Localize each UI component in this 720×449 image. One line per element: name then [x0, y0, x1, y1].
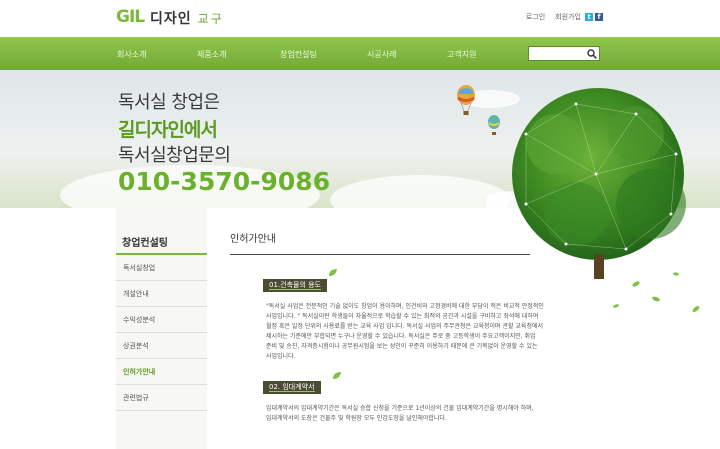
logo-subtitle: 교구	[197, 11, 224, 26]
sidebar-item-permits[interactable]: 인허가안내	[116, 359, 207, 385]
top-links: 로그인 회원가입 t f	[516, 12, 603, 22]
search-box	[528, 46, 600, 61]
section-2-text: 임대계약서의 임대계약기간은 독서실 승합 신청을 기준으로 1년이상의 건물 …	[266, 405, 534, 422]
hot-air-balloon-icon	[457, 85, 475, 115]
section-label-building-use: 01.건축물의 용도	[263, 279, 327, 292]
twitter-icon[interactable]: t	[585, 13, 593, 21]
nav-item-support[interactable]: 고객지원	[447, 49, 476, 60]
search-icon[interactable]	[587, 49, 597, 59]
main-nav: 회사소개 제품소개 창업컨설팅 시공사례 고객지원	[0, 37, 720, 70]
sidebar-item-study-startup[interactable]: 독서실창업	[116, 255, 207, 281]
content-panel: 01.건축물의 용도 "독서실 사업은 전문적인 기술 없이도 창업이 용이하며…	[257, 269, 589, 449]
top-header: GIL 디자인 교구 로그인 회원가입 t f	[0, 0, 720, 37]
section-label-lease-contract: 02. 임대계약서	[263, 381, 321, 394]
nav-item-cases[interactable]: 시공사례	[367, 49, 396, 60]
logo[interactable]: GIL 디자인 교구	[116, 6, 224, 30]
leaf-icon	[329, 269, 337, 276]
banner-line-1: 독서실 창업은	[118, 92, 220, 113]
login-link[interactable]: 로그인	[526, 12, 545, 22]
page-title: 인허가안내	[230, 234, 276, 245]
facebook-icon[interactable]: f	[595, 13, 603, 21]
logo-title: 디자인	[150, 11, 192, 27]
nav-item-company[interactable]: 회사소개	[117, 49, 146, 60]
section-1-text: "독서실 사업은 전문적인 기술 없이도 창업이 용이하며, 인건비와 고정경비…	[266, 303, 544, 360]
logo-mark: GIL	[116, 7, 145, 27]
sidebar-item-regulations[interactable]: 관련법규	[116, 385, 207, 411]
nav-item-consulting[interactable]: 창업컨설팅	[280, 49, 317, 60]
title-divider	[230, 254, 530, 255]
banner-line-3: 독서실창업문의	[118, 145, 231, 166]
sidebar-item-opening-guide[interactable]: 개설안내	[116, 281, 207, 307]
leaf-icon	[333, 372, 341, 379]
banner-line-2: 길디자인에서	[118, 119, 218, 141]
sidebar-title: 창업컨설팅	[116, 208, 207, 255]
sidebar-item-market-analysis[interactable]: 상권분석	[116, 333, 207, 359]
banner-phone-number: 010-3570-9086	[118, 167, 331, 196]
search-input[interactable]	[531, 48, 585, 59]
nav-item-products[interactable]: 제품소개	[197, 49, 226, 60]
join-link[interactable]: 회원가입	[555, 12, 581, 22]
cloud-decoration	[330, 175, 510, 208]
sidebar-item-profit-analysis[interactable]: 수익성분석	[116, 307, 207, 333]
